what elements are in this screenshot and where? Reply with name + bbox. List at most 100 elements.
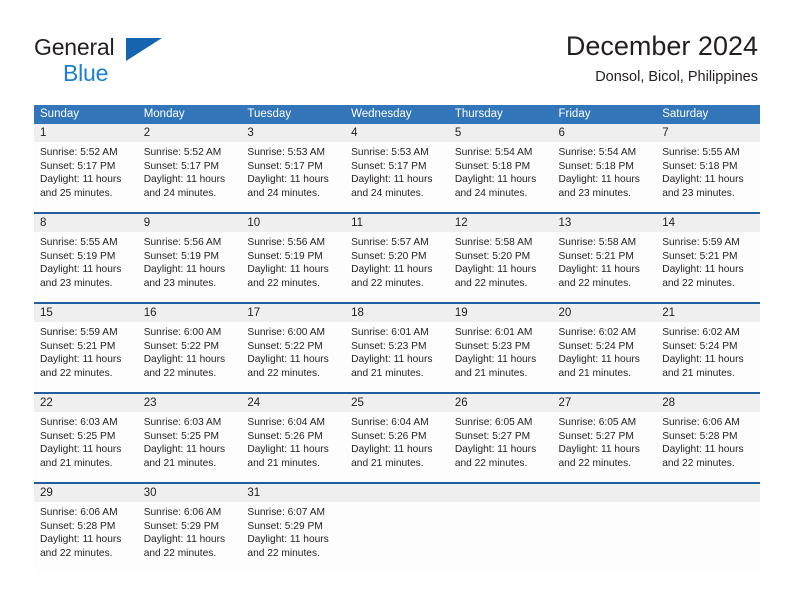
- day-cell[interactable]: 20 Sunrise: 6:02 AM Sunset: 5:24 PM Dayl…: [552, 302, 657, 393]
- daylight-text-line1: Daylight: 11 hours: [247, 444, 329, 456]
- day-cell[interactable]: 7 Sunrise: 5:55 AM Sunset: 5:18 PM Dayli…: [656, 124, 760, 213]
- day-cell[interactable]: 8 Sunrise: 5:55 AM Sunset: 5:19 PM Dayli…: [34, 212, 138, 303]
- sunrise-text: Sunrise: 6:03 AM: [143, 417, 222, 428]
- day-cell[interactable]: 21 Sunrise: 6:02 AM Sunset: 5:24 PM Dayl…: [656, 302, 760, 393]
- daylight-text-line1: Daylight: 11 hours: [351, 174, 433, 186]
- sunrise-text: Sunrise: 5:52 AM: [143, 147, 222, 158]
- daylight-text-line1: Daylight: 11 hours: [247, 534, 329, 546]
- day-number: 6: [552, 124, 657, 142]
- sunset-text: Sunset: 5:18 PM: [454, 160, 531, 172]
- day-number: 29: [34, 484, 138, 502]
- day-cell[interactable]: 28 Sunrise: 6:06 AM Sunset: 5:28 PM Dayl…: [656, 392, 760, 483]
- day-details: Sunrise: 6:01 AM Sunset: 5:23 PM Dayligh…: [345, 322, 449, 380]
- day-cell[interactable]: 19 Sunrise: 6:01 AM Sunset: 5:23 PM Dayl…: [448, 302, 553, 393]
- day-cell[interactable]: 31 Sunrise: 6:07 AM Sunset: 5:29 PM Dayl…: [241, 482, 346, 572]
- day-cell[interactable]: 29 Sunrise: 6:06 AM Sunset: 5:28 PM Dayl…: [34, 482, 138, 572]
- day-cell[interactable]: 15 Sunrise: 5:59 AM Sunset: 5:21 PM Dayl…: [34, 302, 138, 393]
- day-cell[interactable]: 9 Sunrise: 5:56 AM Sunset: 5:19 PM Dayli…: [137, 212, 242, 303]
- general-blue-logo[interactable]: General Blue: [34, 34, 234, 90]
- day-cell[interactable]: 16 Sunrise: 6:00 AM Sunset: 5:22 PM Dayl…: [137, 302, 242, 393]
- daylight-text-line1: Daylight: 11 hours: [143, 534, 226, 546]
- day-details: Sunrise: 5:56 AM Sunset: 5:19 PM Dayligh…: [138, 232, 242, 290]
- daylight-text-line2: and 21 minutes.: [558, 367, 632, 379]
- daylight-text-line1: Daylight: 11 hours: [454, 174, 537, 186]
- daylight-text-line2: and 22 minutes.: [454, 277, 528, 289]
- daylight-text-line1: Daylight: 11 hours: [40, 264, 122, 276]
- sunset-text: Sunset: 5:26 PM: [351, 430, 427, 442]
- day-cell[interactable]: 2 Sunrise: 5:52 AM Sunset: 5:17 PM Dayli…: [137, 124, 242, 213]
- day-cell[interactable]: 3 Sunrise: 5:53 AM Sunset: 5:17 PM Dayli…: [241, 124, 346, 213]
- day-details: Sunrise: 5:52 AM Sunset: 5:17 PM Dayligh…: [34, 142, 138, 200]
- day-details: Sunrise: 6:06 AM Sunset: 5:29 PM Dayligh…: [138, 502, 242, 560]
- day-number: 23: [137, 394, 242, 412]
- day-number: 21: [656, 304, 760, 322]
- sunset-text: Sunset: 5:17 PM: [247, 160, 323, 172]
- daylight-text-line2: and 24 minutes.: [454, 187, 528, 199]
- sunset-text: Sunset: 5:27 PM: [558, 430, 634, 442]
- sunset-text: Sunset: 5:19 PM: [40, 250, 116, 262]
- sunset-text: Sunset: 5:28 PM: [40, 520, 116, 532]
- sunrise-text: Sunrise: 5:57 AM: [351, 237, 429, 248]
- day-cell[interactable]: 12 Sunrise: 5:58 AM Sunset: 5:20 PM Dayl…: [448, 212, 553, 303]
- day-cell[interactable]: 5 Sunrise: 5:54 AM Sunset: 5:18 PM Dayli…: [448, 124, 553, 213]
- day-cell[interactable]: 13 Sunrise: 5:58 AM Sunset: 5:21 PM Dayl…: [552, 212, 657, 303]
- day-cell[interactable]: 22 Sunrise: 6:03 AM Sunset: 5:25 PM Dayl…: [34, 392, 138, 483]
- sunrise-text: Sunrise: 5:56 AM: [143, 237, 222, 248]
- day-cell[interactable]: 10 Sunrise: 5:56 AM Sunset: 5:19 PM Dayl…: [241, 212, 346, 303]
- day-cell[interactable]: 27 Sunrise: 6:05 AM Sunset: 5:27 PM Dayl…: [552, 392, 657, 483]
- sunrise-text: Sunrise: 6:05 AM: [454, 417, 533, 428]
- day-cell[interactable]: 4 Sunrise: 5:53 AM Sunset: 5:17 PM Dayli…: [345, 124, 449, 213]
- sunrise-text: Sunrise: 5:55 AM: [662, 147, 740, 158]
- day-cell[interactable]: 23 Sunrise: 6:03 AM Sunset: 5:25 PM Dayl…: [137, 392, 242, 483]
- sunset-text: Sunset: 5:20 PM: [454, 250, 531, 262]
- daylight-text-line1: Daylight: 11 hours: [40, 444, 122, 456]
- day-number: 2: [137, 124, 242, 142]
- sunset-text: Sunset: 5:19 PM: [247, 250, 323, 262]
- day-details: Sunrise: 6:05 AM Sunset: 5:27 PM Dayligh…: [449, 412, 553, 470]
- day-details: Sunrise: 6:07 AM Sunset: 5:29 PM Dayligh…: [241, 502, 345, 560]
- page-header: General Blue December 2024 Donsol, Bicol…: [0, 0, 792, 100]
- day-cell-empty: [345, 482, 449, 572]
- day-cell[interactable]: 6 Sunrise: 5:54 AM Sunset: 5:18 PM Dayli…: [552, 124, 657, 213]
- day-cell[interactable]: 25 Sunrise: 6:04 AM Sunset: 5:26 PM Dayl…: [345, 392, 449, 483]
- day-details: Sunrise: 6:05 AM Sunset: 5:27 PM Dayligh…: [553, 412, 657, 470]
- sunrise-text: Sunrise: 6:06 AM: [40, 507, 118, 518]
- day-cell[interactable]: 26 Sunrise: 6:05 AM Sunset: 5:27 PM Dayl…: [448, 392, 553, 483]
- daylight-text-line1: Daylight: 11 hours: [454, 444, 537, 456]
- daylight-text-line2: and 22 minutes.: [558, 277, 632, 289]
- sunrise-text: Sunrise: 5:56 AM: [247, 237, 325, 248]
- day-number: 26: [448, 394, 553, 412]
- weekday-header-saturday: Saturday: [656, 105, 760, 124]
- sunrise-text: Sunrise: 6:02 AM: [558, 327, 637, 338]
- daylight-text-line1: Daylight: 11 hours: [558, 174, 640, 186]
- daylight-text-line1: Daylight: 11 hours: [40, 354, 122, 366]
- sunrise-text: Sunrise: 5:58 AM: [558, 237, 637, 248]
- weekday-header-tuesday: Tuesday: [241, 105, 346, 124]
- day-details: Sunrise: 6:04 AM Sunset: 5:26 PM Dayligh…: [345, 412, 449, 470]
- day-cell[interactable]: 24 Sunrise: 6:04 AM Sunset: 5:26 PM Dayl…: [241, 392, 346, 483]
- day-details: Sunrise: 6:02 AM Sunset: 5:24 PM Dayligh…: [553, 322, 657, 380]
- day-details: Sunrise: 5:53 AM Sunset: 5:17 PM Dayligh…: [241, 142, 345, 200]
- day-number: 1: [34, 124, 138, 142]
- daylight-text-line2: and 22 minutes.: [662, 457, 735, 469]
- day-details: Sunrise: 5:52 AM Sunset: 5:17 PM Dayligh…: [138, 142, 242, 200]
- day-cell[interactable]: 14 Sunrise: 5:59 AM Sunset: 5:21 PM Dayl…: [656, 212, 760, 303]
- page-subtitle: Donsol, Bicol, Philippines: [595, 69, 758, 85]
- day-cell[interactable]: 1 Sunrise: 5:52 AM Sunset: 5:17 PM Dayli…: [34, 124, 138, 213]
- daylight-text-line2: and 21 minutes.: [351, 457, 424, 469]
- day-cell[interactable]: 17 Sunrise: 6:00 AM Sunset: 5:22 PM Dayl…: [241, 302, 346, 393]
- daylight-text-line1: Daylight: 11 hours: [143, 444, 226, 456]
- day-cell[interactable]: 11 Sunrise: 5:57 AM Sunset: 5:20 PM Dayl…: [345, 212, 449, 303]
- day-details: Sunrise: 5:58 AM Sunset: 5:20 PM Dayligh…: [449, 232, 553, 290]
- day-cell[interactable]: 30 Sunrise: 6:06 AM Sunset: 5:29 PM Dayl…: [137, 482, 242, 572]
- sunset-text: Sunset: 5:21 PM: [662, 250, 738, 262]
- day-details: Sunrise: 5:58 AM Sunset: 5:21 PM Dayligh…: [553, 232, 657, 290]
- sunset-text: Sunset: 5:21 PM: [40, 340, 116, 352]
- day-details: Sunrise: 5:55 AM Sunset: 5:18 PM Dayligh…: [656, 142, 760, 200]
- day-cell[interactable]: 18 Sunrise: 6:01 AM Sunset: 5:23 PM Dayl…: [345, 302, 449, 393]
- title-block: December 2024 Donsol, Bicol, Philippines: [566, 30, 758, 86]
- weekday-header-thursday: Thursday: [448, 105, 553, 124]
- day-details: Sunrise: 6:03 AM Sunset: 5:25 PM Dayligh…: [34, 412, 138, 470]
- sunrise-text: Sunrise: 5:54 AM: [454, 147, 533, 158]
- sunset-text: Sunset: 5:17 PM: [40, 160, 116, 172]
